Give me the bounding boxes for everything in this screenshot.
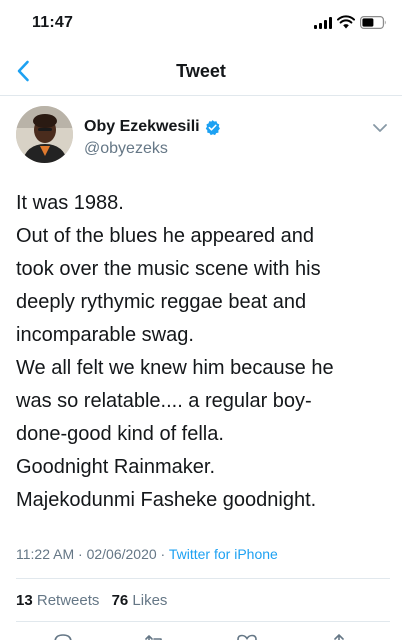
nav-bar: Tweet: [0, 46, 402, 96]
tweet-line: It was 1988.: [16, 192, 124, 214]
tweet-line: We all felt we knew him because he: [16, 357, 334, 379]
share-icon[interactable]: [328, 632, 350, 640]
tweet-line: deeply rythymic reggae beat and: [16, 291, 307, 313]
author-name-row: Oby Ezekwesili: [84, 118, 221, 136]
wifi-icon: [337, 15, 355, 29]
verified-badge-icon: [205, 119, 220, 135]
tweet-author: Oby Ezekwesili @obyezeks: [16, 104, 390, 164]
chevron-down-icon[interactable]: [370, 118, 390, 138]
cellular-signal-icon: [314, 17, 332, 29]
tweet-line: Majekodunmi Fasheke goodnight.: [16, 489, 317, 511]
retweets-count: 13: [16, 592, 33, 609]
tweet-line: took over the music scene with his: [16, 258, 321, 280]
tweet-line: Goodnight Rainmaker.: [16, 456, 216, 478]
tweet-line: was so relatable.... a regular boy-: [16, 390, 312, 412]
meta-separator: ·: [74, 546, 87, 562]
tweet-line: done-good kind of fella.: [16, 423, 224, 445]
tweet-line: incomparable swag.: [16, 324, 194, 346]
page-title: Tweet: [176, 61, 226, 81]
tweet-time: 11:22 AM: [16, 546, 75, 562]
tweet-line: Out of the blues he appeared and: [16, 225, 315, 247]
divider: [16, 621, 390, 622]
divider: [16, 578, 390, 579]
status-bar: 11:47: [0, 0, 402, 46]
reply-icon[interactable]: [52, 632, 74, 640]
tweet-meta: 11:22 AM · 02/06/2020 · Twitter for iPho…: [16, 546, 278, 562]
retweet-icon[interactable]: [144, 632, 166, 640]
status-time: 11:47: [32, 14, 74, 31]
retweets-stat[interactable]: 13 Retweets: [16, 592, 99, 609]
likes-label: Likes: [128, 592, 168, 609]
meta-separator: ·: [156, 546, 169, 562]
likes-count: 76: [111, 592, 129, 609]
tweet-actions: [0, 628, 402, 640]
author-name[interactable]: Oby Ezekwesili: [84, 118, 200, 136]
avatar[interactable]: [16, 106, 73, 163]
tweet-stats: 13 Retweets 76 Likes: [16, 592, 175, 609]
retweets-label: Retweets: [32, 592, 100, 609]
avatar-image: [16, 106, 73, 163]
author-handle[interactable]: @obyezeks: [84, 140, 168, 158]
like-icon[interactable]: [236, 632, 258, 640]
tweet-text: It was 1988. Out of the blues he appeare…: [16, 187, 390, 517]
likes-stat[interactable]: 76 Likes: [112, 592, 168, 609]
battery-icon: [360, 16, 386, 29]
tweet-source-link[interactable]: Twitter for iPhone: [169, 546, 278, 562]
tweet-date: 02/06/2020: [86, 546, 157, 562]
